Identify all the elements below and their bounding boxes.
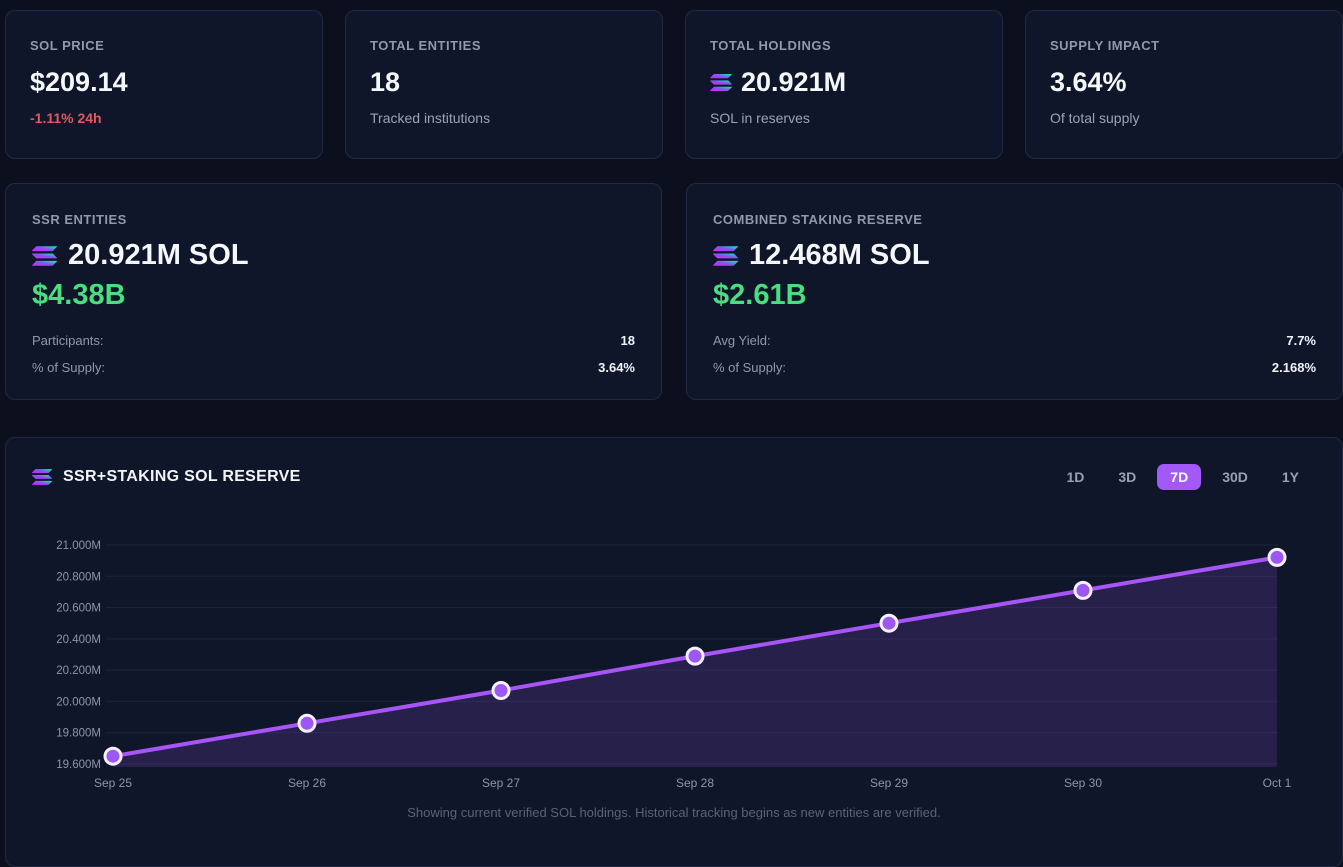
- stat-card-total-holdings: TOTAL HOLDINGS 20.921M SOL in reserves: [685, 10, 1003, 159]
- y-tick-label: 20.200M: [56, 665, 101, 677]
- y-tick-label: 20.000M: [56, 696, 101, 708]
- card-label: SSR ENTITIES: [32, 212, 127, 227]
- data-point[interactable]: [297, 713, 317, 733]
- total-entities-value: 18: [370, 67, 401, 97]
- detail-rows: Avg Yield: 7.7% % of Supply: 2.168%: [713, 327, 1316, 381]
- stat-label: SOL PRICE: [30, 38, 105, 53]
- detail-value: 2.168%: [1271, 359, 1316, 375]
- chart-title: SSR+STAKING SOL RESERVE: [32, 468, 301, 486]
- y-tick-label: 19.600M: [56, 759, 101, 771]
- stat-card-total-entities: TOTAL ENTITIES 18 Tracked institutions: [345, 10, 663, 159]
- stats-row: SOL PRICE $209.14 -1.11% 24h TOTAL ENTIT…: [5, 10, 1343, 159]
- stat-value: 3.64%: [1050, 67, 1318, 98]
- usd-value: $2.61B: [713, 278, 807, 311]
- solana-logo-icon: [710, 74, 732, 91]
- ssr-entities-card: SSR ENTITIES 20.921M SOL $4.38B Particip…: [5, 183, 662, 400]
- solana-logo-icon: [713, 246, 738, 266]
- data-point[interactable]: [491, 681, 511, 700]
- solana-logo-icon: [32, 246, 57, 266]
- stat-label: SUPPLY IMPACT: [1050, 38, 1160, 53]
- x-tick-label: Sep 27: [482, 776, 520, 790]
- data-point[interactable]: [1267, 547, 1287, 567]
- range-button-7d[interactable]: 7D: [1157, 464, 1202, 490]
- sol-amount-value: 20.921M SOL: [68, 239, 249, 271]
- time-range-selector: 1D 3D 7D 30D 1Y: [1053, 464, 1312, 490]
- data-point[interactable]: [103, 746, 123, 766]
- reserve-row: SSR ENTITIES 20.921M SOL $4.38B Particip…: [5, 183, 1343, 400]
- detail-value: 3.64%: [598, 359, 635, 375]
- x-tick-label: Sep 26: [288, 776, 326, 790]
- detail-row-supply-pct: % of Supply: 3.64%: [32, 354, 635, 381]
- detail-key: % of Supply:: [32, 359, 105, 375]
- total-holdings-value: 20.921M: [741, 67, 847, 97]
- chart-header: SSR+STAKING SOL RESERVE 1D 3D 7D 30D 1Y: [6, 464, 1342, 490]
- reserve-line-chart: 19.600M 19.800M 20.000M 20.200M 20.400M 20.60…: [56, 540, 1292, 790]
- stat-label: TOTAL ENTITIES: [370, 38, 482, 53]
- detail-row-avg-yield: Avg Yield: 7.7%: [713, 327, 1316, 354]
- y-tick-label: 21.000M: [56, 540, 101, 552]
- detail-row-participants: Participants: 18: [32, 327, 635, 354]
- x-tick-label: Sep 30: [1064, 776, 1102, 790]
- stat-value: 20.921M: [710, 67, 978, 98]
- range-button-1y[interactable]: 1Y: [1269, 464, 1312, 490]
- stat-subtext: SOL in reserves: [710, 109, 810, 126]
- stat-card-sol-price: SOL PRICE $209.14 -1.11% 24h: [5, 10, 323, 159]
- detail-key: Avg Yield:: [713, 332, 771, 348]
- x-tick-label: Sep 28: [676, 776, 714, 790]
- stat-label: TOTAL HOLDINGS: [710, 38, 832, 53]
- sol-amount-value: 12.468M SOL: [749, 239, 930, 271]
- card-label: COMBINED STAKING RESERVE: [713, 212, 923, 227]
- detail-key: Participants:: [32, 332, 104, 348]
- chart-footnote: Showing current verified SOL holdings. H…: [407, 805, 941, 820]
- data-point[interactable]: [685, 646, 705, 666]
- reserve-chart-card: SSR+STAKING SOL RESERVE 1D 3D 7D 30D 1Y …: [5, 437, 1343, 867]
- stat-value: 18: [370, 67, 638, 98]
- x-tick-label: Sep 29: [870, 776, 908, 790]
- sol-amount: 20.921M SOL: [32, 239, 635, 272]
- y-tick-label: 19.800M: [56, 728, 101, 740]
- range-button-30d[interactable]: 30D: [1209, 464, 1261, 490]
- detail-rows: Participants: 18 % of Supply: 3.64%: [32, 327, 635, 381]
- usd-value: $4.38B: [32, 278, 126, 311]
- range-button-3d[interactable]: 3D: [1105, 464, 1149, 490]
- chart-title-text: SSR+STAKING SOL RESERVE: [63, 468, 301, 485]
- detail-row-supply-pct: % of Supply: 2.168%: [713, 354, 1316, 381]
- x-tick-label: Sep 25: [94, 776, 132, 790]
- data-point[interactable]: [1073, 580, 1093, 600]
- y-tick-label: 20.800M: [56, 571, 101, 583]
- supply-impact-value: 3.64%: [1050, 67, 1127, 97]
- y-tick-label: 20.600M: [56, 603, 101, 615]
- combined-staking-reserve-card: COMBINED STAKING RESERVE 12.468M SOL $2.…: [686, 183, 1343, 400]
- sol-price-value: $209.14: [30, 67, 128, 97]
- stat-card-supply-impact: SUPPLY IMPACT 3.64% Of total supply: [1025, 10, 1343, 159]
- data-point[interactable]: [879, 613, 899, 633]
- range-button-1d[interactable]: 1D: [1053, 464, 1097, 490]
- sol-amount: 12.468M SOL: [713, 239, 1316, 272]
- detail-value: 18: [620, 332, 635, 348]
- x-tick-label: Oct 1: [1263, 776, 1292, 790]
- stat-subtext: Tracked institutions: [370, 109, 491, 126]
- stat-value: $209.14: [30, 67, 298, 98]
- dashboard: SOL PRICE $209.14 -1.11% 24h TOTAL ENTIT…: [0, 0, 1343, 867]
- solana-logo-icon: [32, 469, 52, 485]
- price-change-24h: -1.11% 24h: [30, 109, 102, 126]
- stat-subtext: Of total supply: [1050, 109, 1140, 126]
- y-tick-label: 20.400M: [56, 634, 101, 646]
- detail-value: 7.7%: [1286, 332, 1316, 348]
- detail-key: % of Supply:: [713, 359, 786, 375]
